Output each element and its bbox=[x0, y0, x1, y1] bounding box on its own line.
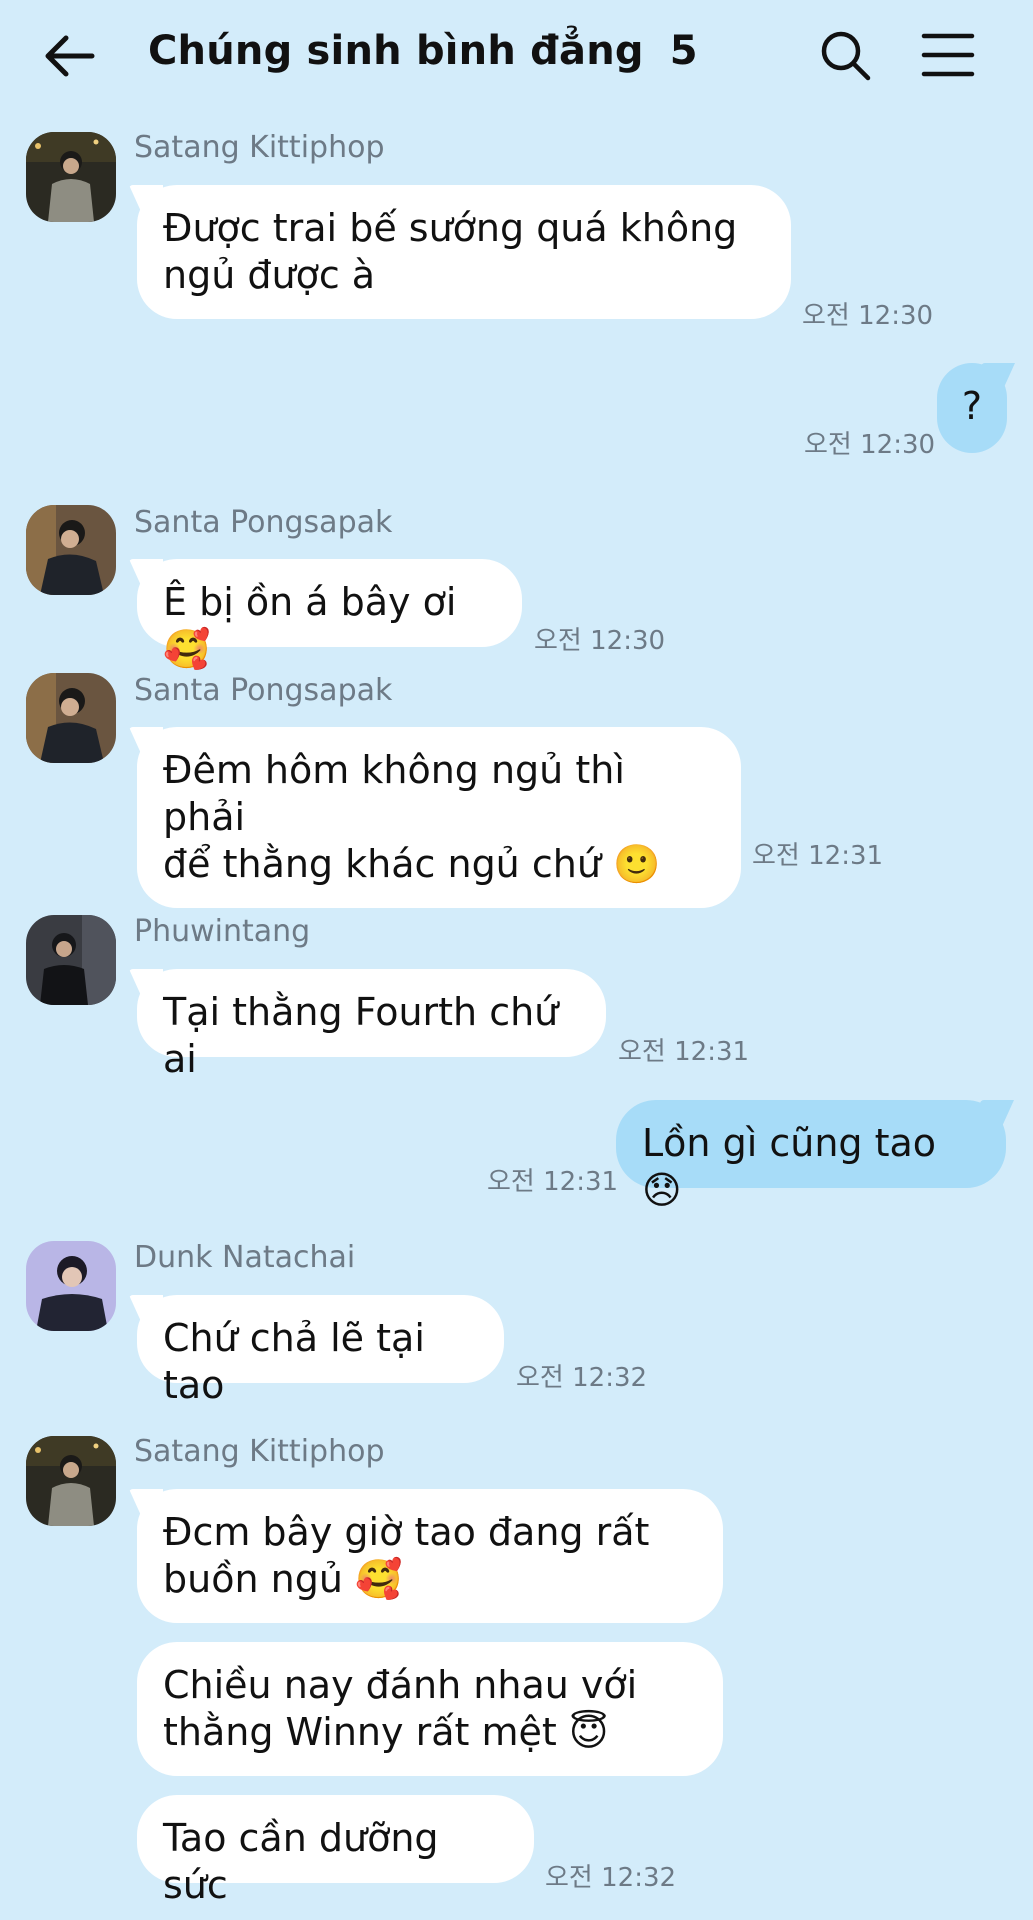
search-button[interactable] bbox=[818, 28, 872, 82]
message-time: 오전 12:32 bbox=[516, 1363, 648, 1393]
message-bubble[interactable]: Tao cần dưỡng sức bbox=[137, 1795, 534, 1907]
avatar-photo bbox=[26, 673, 116, 763]
sender-name: Satang Kittiphop bbox=[134, 130, 385, 165]
message-bubble[interactable]: Tại thằng Fourth chứ ai bbox=[137, 969, 606, 1081]
chat-header: Chúng sinh bình đẳng 5 bbox=[0, 0, 1033, 110]
back-button[interactable] bbox=[40, 26, 100, 86]
avatar-photo bbox=[26, 1241, 116, 1331]
sender-name: Dunk Natachai bbox=[134, 1240, 356, 1275]
message-time: 오전 12:32 bbox=[545, 1863, 677, 1893]
chat-title-group[interactable]: Chúng sinh bình đẳng 5 bbox=[148, 28, 698, 74]
avatar[interactable] bbox=[26, 673, 116, 763]
chat-title: Chúng sinh bình đẳng bbox=[148, 28, 644, 74]
message-time: 오전 12:30 bbox=[802, 301, 934, 331]
message-time: 오전 12:31 bbox=[618, 1037, 750, 1067]
avatar[interactable] bbox=[26, 505, 116, 595]
message-bubble[interactable]: Được trai bế sướng quá không ngủ được à bbox=[137, 185, 791, 319]
avatar[interactable] bbox=[26, 1436, 116, 1526]
message-time: 오전 12:30 bbox=[534, 626, 666, 656]
sender-name: Phuwintang bbox=[134, 914, 311, 949]
back-arrow-icon bbox=[45, 35, 95, 77]
search-icon bbox=[821, 31, 871, 81]
message-bubble-outgoing[interactable]: ? bbox=[937, 363, 1007, 453]
message-time: 오전 12:31 bbox=[752, 841, 884, 871]
avatar-photo bbox=[26, 1436, 116, 1526]
avatar-photo bbox=[26, 132, 116, 222]
avatar[interactable] bbox=[26, 132, 116, 222]
avatar-photo bbox=[26, 505, 116, 595]
hamburger-menu-icon bbox=[921, 33, 975, 77]
avatar[interactable] bbox=[26, 915, 116, 1005]
message-bubble[interactable]: Đêm hôm không ngủ thì phải để thằng khác… bbox=[137, 727, 741, 908]
menu-button[interactable] bbox=[920, 30, 976, 80]
message-bubble[interactable]: Ê bị ồn á bây ơi 🥰 bbox=[137, 559, 522, 671]
message-bubble[interactable]: Chứ chả lẽ tại tao bbox=[137, 1295, 504, 1407]
avatar[interactable] bbox=[26, 1241, 116, 1331]
message-bubble-outgoing[interactable]: Lồn gì cũng tao 😞 bbox=[616, 1100, 1006, 1212]
message-time: 오전 12:31 bbox=[487, 1167, 619, 1197]
sender-name: Santa Pongsapak bbox=[134, 505, 393, 540]
message-bubble[interactable]: Đcm bây giờ tao đang rất buồn ngủ 🥰 bbox=[137, 1489, 723, 1623]
sender-name: Satang Kittiphop bbox=[134, 1434, 385, 1469]
message-bubble[interactable]: Chiều nay đánh nhau với thằng Winny rất … bbox=[137, 1642, 723, 1776]
member-count: 5 bbox=[669, 28, 698, 74]
message-time: 오전 12:30 bbox=[804, 430, 936, 460]
sender-name: Santa Pongsapak bbox=[134, 673, 393, 708]
avatar-photo bbox=[26, 915, 116, 1005]
